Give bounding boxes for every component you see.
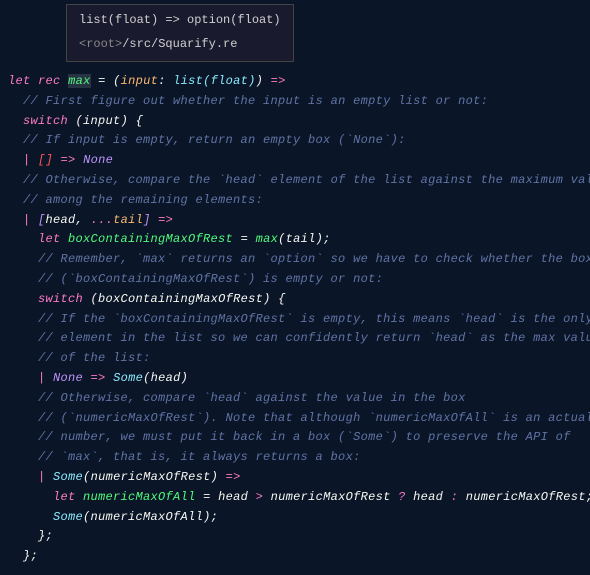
comment: // If the `boxContainingMaxOfRest` is em… — [38, 312, 590, 326]
comment: // Remember, `max` returns an `option` s… — [38, 252, 590, 266]
keyword-rec: rec — [38, 74, 61, 88]
comment: // Otherwise, compare the `head` element… — [23, 173, 590, 187]
hover-tooltip: list(float) => option(float) <root>/src/… — [66, 4, 294, 62]
code-editor[interactable]: let rec max = (input: list(float)) => //… — [0, 0, 590, 575]
tooltip-file-path: <root>/src/Squarify.re — [79, 35, 281, 55]
comment: // of the list: — [38, 351, 151, 365]
comment: // First figure out whether the input is… — [23, 94, 488, 108]
tooltip-type-signature: list(float) => option(float) — [79, 11, 281, 31]
comment: // among the remaining elements: — [23, 193, 263, 207]
comment: // (`boxContainingMaxOfRest`) is empty o… — [38, 272, 383, 286]
comment: // element in the list so we can confide… — [38, 331, 590, 345]
comment: // `max`, that is, it always returns a b… — [38, 450, 361, 464]
comment: // Otherwise, compare `head` against the… — [38, 391, 466, 405]
comment: // (`numericMaxOfRest`). Note that altho… — [38, 411, 590, 425]
keyword-let: let — [8, 74, 31, 88]
comment: // If input is empty, return an empty bo… — [23, 133, 406, 147]
function-name: max — [68, 74, 91, 88]
comment: // number, we must put it back in a box … — [38, 430, 571, 444]
